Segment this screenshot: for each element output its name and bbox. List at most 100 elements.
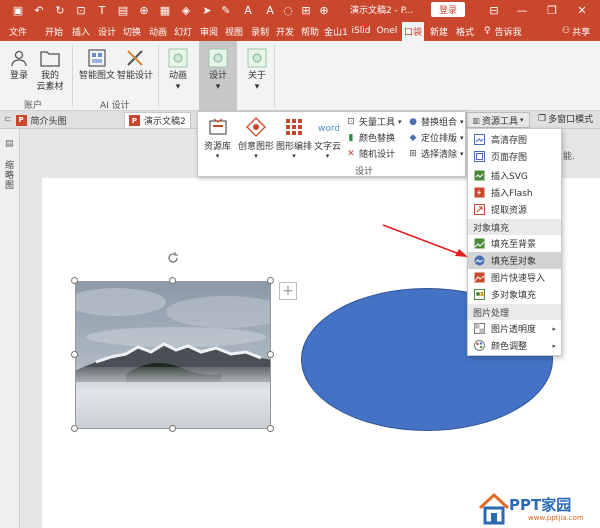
- rotate-handle-icon[interactable]: [165, 250, 181, 266]
- menu-item-insert-svg[interactable]: 插入SVG: [468, 167, 561, 184]
- login-button[interactable]: 登录: [431, 2, 465, 17]
- doc-tab-left-icon: ⊂: [4, 115, 12, 125]
- resize-handle[interactable]: [169, 425, 176, 432]
- more-icon[interactable]: ⊕: [316, 2, 332, 18]
- picture-icon[interactable]: ▦: [157, 2, 173, 18]
- color-replace-button[interactable]: ▮ 颜色替换: [346, 131, 396, 145]
- animation-icon: [167, 47, 189, 69]
- tab-view[interactable]: 视图: [222, 23, 246, 39]
- layout-options-icon[interactable]: +: [279, 282, 297, 300]
- tab-file[interactable]: 文件: [6, 23, 30, 39]
- smart-design-button[interactable]: 智能设计: [117, 47, 153, 82]
- tab-onekey[interactable]: Onel: [375, 23, 399, 39]
- resize-handle[interactable]: [169, 277, 176, 284]
- smart-graphic-text-button[interactable]: 智能图文: [79, 47, 115, 82]
- resize-handle[interactable]: [267, 351, 274, 358]
- about-button[interactable]: 关于 ▾: [245, 47, 269, 93]
- save-icon[interactable]: ▣: [10, 2, 26, 18]
- thumbnail-panel[interactable]: ▤ 缩略图: [0, 129, 20, 528]
- tab-animations[interactable]: 动画: [146, 23, 170, 39]
- menu-item-multi-object-fill[interactable]: 多对象填充: [468, 286, 561, 303]
- select-clear-button[interactable]: ⊞ 选择清除 ▾: [408, 147, 463, 161]
- doc-tab-intro[interactable]: ⊂ P 简介头图: [4, 112, 67, 128]
- menu-item-insert-flash[interactable]: 插入Flash: [468, 184, 561, 201]
- tab-developer[interactable]: 开发: [273, 23, 297, 39]
- word-cloud-button[interactable]: word 文字云 ▾: [314, 116, 341, 160]
- replace-combo-label: 替换组合: [421, 118, 458, 128]
- resource-tools-tab[interactable]: ▥ 资源工具 ▾: [466, 112, 530, 128]
- menu-item-extract-resource[interactable]: 提取资源: [468, 201, 561, 218]
- share-button[interactable]: ⚇ 共享: [562, 23, 590, 39]
- menu-item-color-adjust[interactable]: 颜色调整 ▸: [468, 337, 561, 354]
- tab-transitions[interactable]: 切换: [120, 23, 144, 39]
- font-color-icon[interactable]: A: [240, 2, 256, 18]
- design-button[interactable]: 设计 ▾: [199, 41, 237, 111]
- tab-new[interactable]: 新建: [427, 23, 451, 39]
- menu-item-label: 填充至背景: [491, 240, 537, 250]
- tab-slideshow[interactable]: 幻灯: [171, 23, 195, 39]
- select-clear-icon: ⊞: [409, 148, 417, 159]
- fill-object-icon: [473, 255, 485, 267]
- landscape-picture[interactable]: [75, 281, 271, 429]
- menu-item-quick-import-image[interactable]: 图片快速导入: [468, 269, 561, 286]
- tab-islide[interactable]: iSlid: [350, 23, 372, 39]
- my-cloud-button[interactable]: 我的 云素材: [36, 47, 64, 93]
- redo-icon[interactable]: ↻: [52, 2, 68, 18]
- resize-handle[interactable]: [267, 277, 274, 284]
- vector-tool-button[interactable]: ⊡ 矢量工具 ▾: [346, 115, 401, 129]
- arrow-icon[interactable]: ➤: [199, 2, 215, 18]
- tab-design[interactable]: 设计: [95, 23, 119, 39]
- tab-record[interactable]: 录制: [248, 23, 272, 39]
- svg-icon: [473, 170, 485, 182]
- animation-button[interactable]: 动画 ▾: [166, 47, 190, 93]
- creative-shape-button[interactable]: 创意图形 ▾: [238, 116, 274, 160]
- doc-tab-presentation2[interactable]: P 演示文稿2: [124, 112, 191, 128]
- tab-insert[interactable]: 插入: [69, 23, 93, 39]
- multi-window-button[interactable]: ❐ 多窗口模式: [538, 112, 594, 126]
- menu-item-page-save-image[interactable]: 页面存图: [468, 148, 561, 165]
- pen-icon[interactable]: ✎: [218, 2, 234, 18]
- undo-icon[interactable]: ↶: [31, 2, 47, 18]
- multi-window-label: 多窗口模式: [548, 115, 594, 125]
- tab-kingsoft[interactable]: 金山1: [323, 23, 349, 39]
- locate-arrange-button[interactable]: ◆ 定位排版 ▾: [408, 131, 464, 145]
- tab-home[interactable]: 开始: [42, 23, 66, 39]
- tab-help[interactable]: 帮助: [298, 23, 322, 39]
- login-ribbon-button[interactable]: 登录: [8, 47, 30, 82]
- format-painter-icon[interactable]: ⊡: [73, 2, 89, 18]
- resize-handle[interactable]: [71, 351, 78, 358]
- document-icon[interactable]: ▤: [115, 2, 131, 18]
- random-design-button[interactable]: ✕ 随机设计: [346, 147, 395, 161]
- expand-panel-icon[interactable]: ▤: [5, 139, 14, 149]
- minimize-icon[interactable]: —: [512, 2, 532, 18]
- ribbon-separator: [158, 45, 159, 107]
- resource-library-button[interactable]: 资源库 ▾: [204, 116, 231, 160]
- share-icon: ⚇: [562, 26, 571, 36]
- menu-item-hd-save-image[interactable]: 高清存图: [468, 131, 561, 148]
- resize-handle[interactable]: [267, 425, 274, 432]
- fill-icon[interactable]: ◈: [178, 2, 194, 18]
- shape-layout-button[interactable]: 图形编排 ▾: [276, 116, 312, 160]
- replace-combo-button[interactable]: ● 替换组合 ▾: [408, 115, 463, 129]
- ribbon-separator: [72, 45, 73, 107]
- menu-item-fill-object[interactable]: 填充至对象: [468, 252, 561, 269]
- tell-me-search[interactable]: ♀ 告诉我: [484, 23, 522, 39]
- close-icon[interactable]: ✕: [572, 2, 592, 18]
- tab-pocket[interactable]: 口袋: [402, 22, 424, 41]
- resize-handle[interactable]: [71, 277, 78, 284]
- about-icon: [246, 47, 268, 69]
- shape-icon[interactable]: ◌: [280, 2, 296, 18]
- ribbon-display-icon[interactable]: ⊟: [484, 2, 504, 18]
- text-icon[interactable]: T: [94, 2, 110, 18]
- menu-item-fill-background[interactable]: 填充至背景: [468, 235, 561, 252]
- design-dropdown-panel: 资源库 ▾ 创意图形 ▾ 图形编排 ▾ word 文字云 ▾ ⊡ 矢量工具 ▾ …: [197, 111, 466, 177]
- resize-handle[interactable]: [71, 425, 78, 432]
- color-replace-label: 颜色替换: [359, 134, 396, 144]
- menu-item-image-transparency[interactable]: 图片透明度 ▸: [468, 320, 561, 337]
- tab-format[interactable]: 格式: [453, 23, 477, 39]
- font-size-icon[interactable]: A: [262, 2, 278, 18]
- zoom-icon[interactable]: ⊕: [136, 2, 152, 18]
- restore-icon[interactable]: ❐: [542, 2, 562, 18]
- align-icon[interactable]: ⊞: [298, 2, 314, 18]
- tab-review[interactable]: 审阅: [197, 23, 221, 39]
